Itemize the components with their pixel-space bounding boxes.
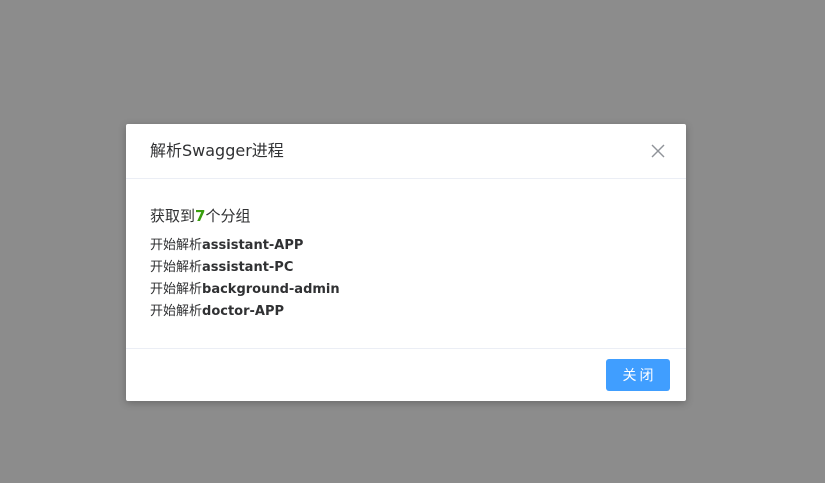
log-prefix: 开始解析 — [150, 260, 203, 275]
log-prefix: 开始解析 — [150, 282, 203, 297]
close-icon[interactable] — [650, 143, 666, 159]
log-line: 开始解析assistant-APP — [150, 235, 662, 257]
log-group-name: assistant-APP — [202, 238, 304, 253]
summary-prefix: 获取到 — [150, 207, 196, 225]
log-line: 开始解析doctor-APP — [150, 301, 662, 323]
log-line: 开始解析assistant-PC — [150, 257, 662, 279]
log-group-name: doctor-APP — [202, 304, 285, 319]
log-prefix: 开始解析 — [150, 304, 203, 319]
dialog-title: 解析Swagger进程 — [150, 141, 284, 160]
dialog-body: 获取到7个分组 开始解析assistant-APP 开始解析assistant-… — [150, 206, 662, 323]
swagger-parse-dialog: 解析Swagger进程 获取到7个分组 开始解析assistant-APP 开始… — [126, 124, 686, 401]
summary-suffix: 个分组 — [205, 207, 251, 225]
log-prefix: 开始解析 — [150, 238, 203, 253]
dialog-footer: 关闭 — [126, 348, 686, 401]
close-button[interactable]: 关闭 — [606, 359, 670, 391]
log-group-name: background-admin — [202, 282, 340, 297]
dialog-header: 解析Swagger进程 — [126, 124, 686, 179]
group-count-summary: 获取到7个分组 — [150, 206, 662, 226]
log-line: 开始解析background-admin — [150, 279, 662, 301]
log-group-name: assistant-PC — [202, 260, 294, 275]
group-count: 7 — [195, 207, 206, 225]
